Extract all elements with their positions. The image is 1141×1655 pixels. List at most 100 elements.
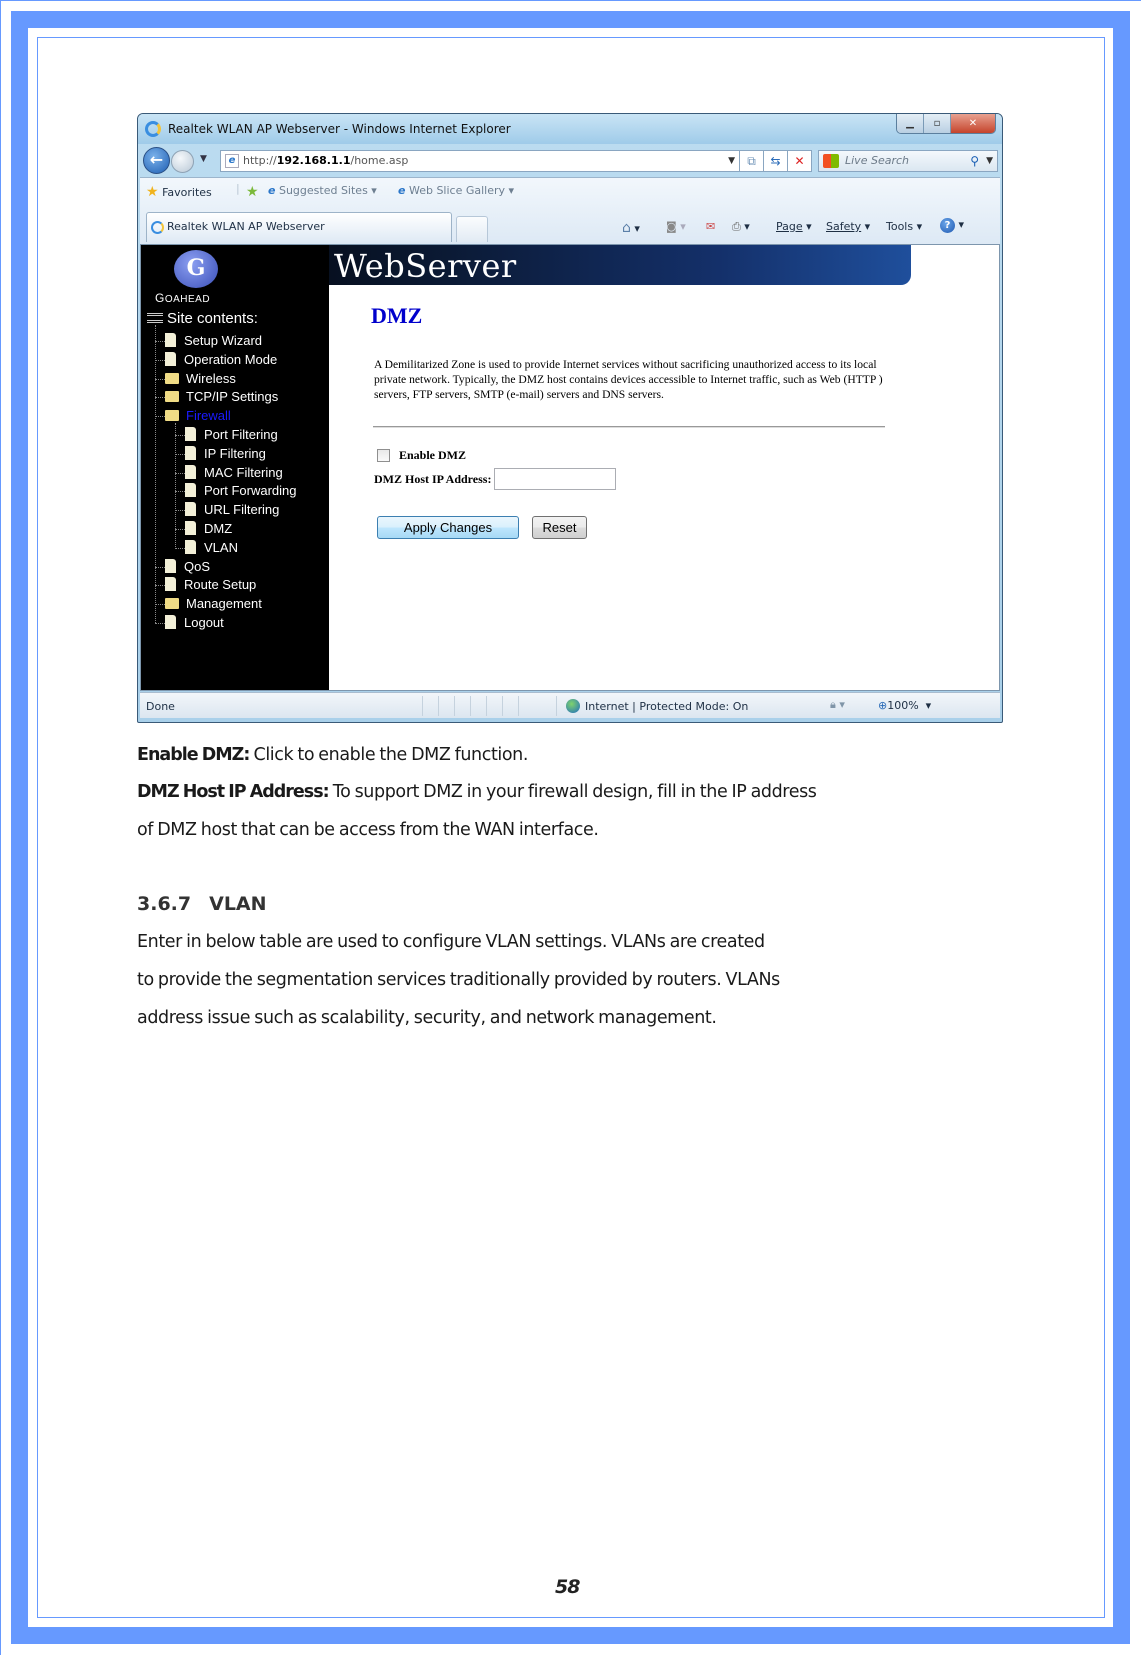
- search-icon[interactable]: ⚲: [970, 151, 979, 171]
- nav-item-route-setup[interactable]: Route Setup: [165, 576, 256, 594]
- nav-item-port-filtering[interactable]: Port Filtering: [185, 426, 278, 444]
- nav-item-setup-wizard[interactable]: Setup Wizard: [165, 332, 262, 350]
- search-options-dropdown-icon[interactable]: ▼: [986, 151, 993, 171]
- nav-item-vlan[interactable]: VLAN: [185, 539, 238, 557]
- feeds-button[interactable]: ◙ ▾: [666, 220, 686, 233]
- folder-icon: [165, 598, 179, 610]
- browser-tab[interactable]: Realtek WLAN AP Webserver: [146, 212, 452, 242]
- page-icon: [185, 521, 196, 535]
- tree-connector: [155, 378, 165, 380]
- zoom-control[interactable]: ⊕100% ▾: [878, 699, 931, 712]
- tree-connector: [155, 604, 165, 606]
- safety-menu[interactable]: Safety ▾: [826, 220, 870, 233]
- web-slice-gallery-link[interactable]: e Web Slice Gallery ▾: [398, 184, 514, 197]
- tree-connector: [155, 566, 165, 568]
- tools-menu[interactable]: Tools ▾: [886, 220, 922, 233]
- status-separator: [518, 696, 519, 716]
- suggested-sites-link[interactable]: e Suggested Sites ▾: [268, 184, 377, 197]
- nav-item-label: VLAN: [204, 539, 238, 555]
- page-icon: [165, 351, 176, 366]
- dmz-host-ip-description-line: To support DMZ in your firewall design, …: [328, 782, 817, 802]
- nav-item-tcp-ip-settings[interactable]: TCP/IP Settings: [165, 388, 278, 406]
- nav-item-label: MAC Filtering: [204, 464, 283, 480]
- folder-icon: [165, 391, 179, 403]
- enable-dmz-description: Click to enable the DMZ function.: [249, 745, 529, 765]
- nav-item-qos[interactable]: QoS: [165, 558, 210, 576]
- url-host: 192.168.1.1: [276, 154, 351, 167]
- enable-dmz-term: Enable DMZ:: [137, 745, 250, 765]
- home-icon: ⌂: [622, 220, 631, 236]
- protected-mode-icon[interactable]: 🔒︎ ▾: [830, 698, 845, 712]
- tree-connector: [155, 359, 165, 361]
- arrow-left-icon: ←: [149, 150, 164, 169]
- dmz-host-ip-input[interactable]: [494, 468, 617, 490]
- folder-icon: [165, 372, 179, 384]
- minimize-button[interactable]: ▁: [897, 114, 924, 133]
- nav-item-url-filtering[interactable]: URL Filtering: [185, 501, 279, 519]
- tree-connector: [155, 341, 165, 342]
- stop-button[interactable]: ✕: [788, 150, 812, 172]
- history-dropdown-icon[interactable]: ▼: [200, 154, 207, 164]
- refresh-button[interactable]: ⇆: [764, 150, 788, 172]
- maximize-button[interactable]: ▫: [924, 114, 951, 133]
- print-button[interactable]: ⎙ ▾: [732, 220, 750, 234]
- reset-button[interactable]: Reset: [532, 516, 587, 539]
- help-menu[interactable]: ? ▾: [940, 218, 964, 233]
- address-bar[interactable]: e http://192.168.1.1/home.asp ▼: [220, 150, 740, 172]
- enable-dmz-paragraph: Enable DMZ: Click to enable the DMZ func…: [137, 745, 528, 765]
- favorites-button[interactable]: ★ Favorites: [146, 184, 212, 200]
- nav-item-label: Operation Mode: [184, 351, 278, 367]
- nav-item-dmz[interactable]: DMZ: [185, 520, 232, 538]
- read-mail-button[interactable]: ✉: [706, 220, 715, 233]
- status-separator: [502, 696, 503, 716]
- tree-connector: [175, 435, 185, 436]
- refresh-icon: ⇆: [770, 154, 781, 168]
- dmz-description: A Demilitarized Zone is used to provide …: [374, 358, 883, 401]
- nav-item-mac-filtering[interactable]: MAC Filtering: [185, 464, 283, 482]
- ie-page-icon: e: [398, 184, 406, 197]
- zoom-icon: ⊕: [878, 699, 888, 712]
- nav-item-port-forwarding[interactable]: Port Forwarding: [185, 482, 296, 500]
- url-prefix: http://: [243, 154, 277, 167]
- dmz-host-ip-description-line: of DMZ host that can be access from the …: [137, 820, 599, 840]
- help-icon: ?: [940, 218, 955, 233]
- nav-item-management[interactable]: Management: [165, 595, 262, 613]
- tree-connector: [175, 453, 185, 455]
- nav-item-wireless[interactable]: Wireless: [165, 370, 236, 388]
- nav-item-logout[interactable]: Logout: [165, 614, 224, 632]
- printer-icon: ⎙: [732, 220, 741, 233]
- nav-item-ip-filtering[interactable]: IP Filtering: [185, 445, 266, 463]
- page-icon: [185, 539, 196, 554]
- search-box[interactable]: Live Search ⚲ ▼: [818, 150, 998, 172]
- site-contents-label: Site contents:: [167, 310, 258, 327]
- status-separator: [486, 696, 487, 716]
- add-to-favorites-bar-button[interactable]: ★: [246, 184, 259, 200]
- apply-changes-button[interactable]: Apply Changes: [377, 516, 519, 539]
- new-tab-button[interactable]: [456, 216, 488, 242]
- dmz-host-ip-row: DMZ Host IP Address:: [374, 468, 617, 490]
- status-bar: Done Internet | Protected Mode: On 🔒︎ ▾ …: [140, 692, 1000, 718]
- home-button[interactable]: ⌂ ▾: [622, 220, 640, 236]
- vlan-paragraph-line: to provide the segmentation services tra…: [137, 970, 780, 990]
- nav-item-label: QoS: [184, 558, 211, 574]
- nav-item-label: IP Filtering: [204, 445, 266, 461]
- window-title: Realtek WLAN AP Webserver - Windows Inte…: [168, 122, 511, 136]
- section-title: VLAN: [209, 893, 267, 915]
- forward-button[interactable]: [171, 150, 194, 173]
- nav-item-operation-mode[interactable]: Operation Mode: [165, 351, 277, 369]
- tree-connector: [175, 510, 185, 512]
- address-dropdown-icon[interactable]: ▼: [728, 151, 735, 171]
- goahead-logo-text: GOAHEAD: [155, 291, 211, 305]
- navigation-bar: ← ▼ e http://192.168.1.1/home.asp ▼ ⧉ ⇆ …: [138, 144, 1002, 177]
- page-icon: [185, 483, 196, 498]
- nav-item-firewall[interactable]: Firewall: [165, 407, 231, 425]
- page-icon: [165, 577, 176, 592]
- compatibility-view-button[interactable]: ⧉: [740, 150, 764, 172]
- back-button[interactable]: ←: [143, 147, 170, 174]
- page-menu[interactable]: Page ▾: [776, 220, 812, 233]
- nav-item-label: Management: [186, 596, 262, 612]
- enable-dmz-checkbox[interactable]: [377, 449, 390, 462]
- close-button[interactable]: ✕: [951, 114, 995, 133]
- security-zone[interactable]: Internet | Protected Mode: On: [566, 699, 748, 713]
- status-separator: [556, 696, 557, 716]
